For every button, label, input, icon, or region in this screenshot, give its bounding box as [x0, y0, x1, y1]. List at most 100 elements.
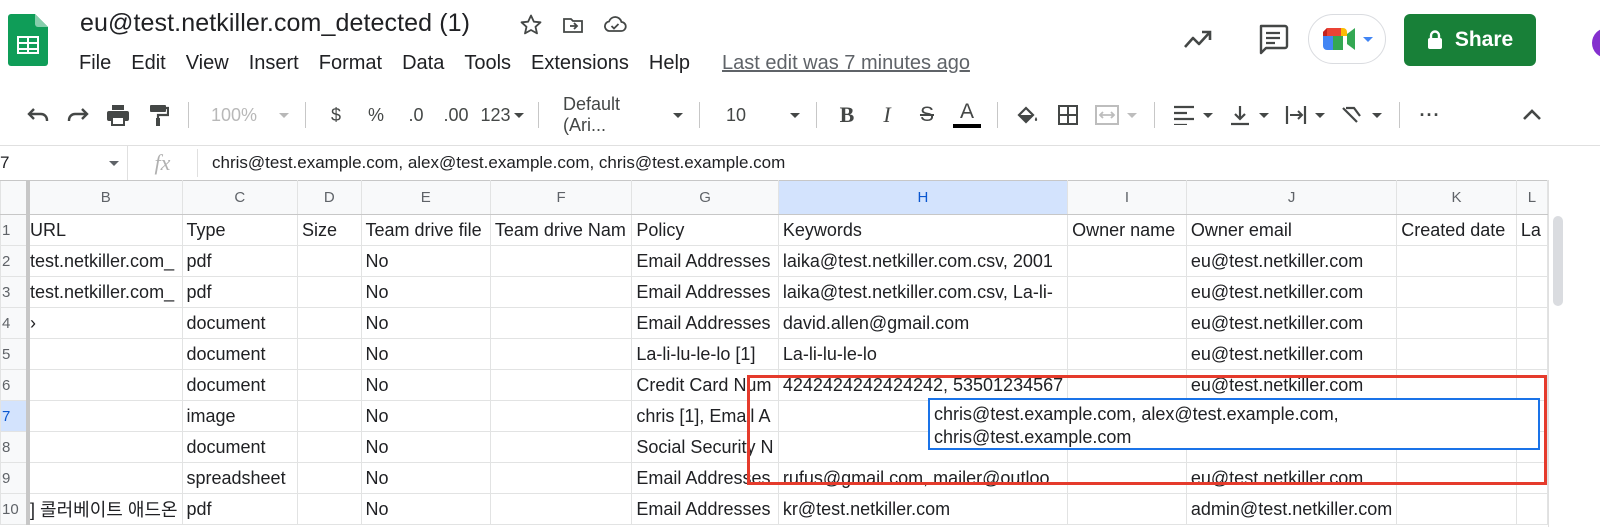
cell[interactable] — [297, 276, 362, 308]
row-header[interactable]: 5 — [0, 338, 30, 370]
cell[interactable] — [1396, 276, 1517, 308]
text-wrap-button[interactable] — [1277, 97, 1333, 133]
cell[interactable]: pdf — [181, 493, 299, 525]
menu-file[interactable]: File — [79, 50, 121, 76]
cell[interactable] — [1067, 369, 1187, 401]
cell[interactable]: La-li-lu-le-lo — [777, 338, 1069, 370]
menu-format[interactable]: Format — [309, 50, 392, 76]
cell[interactable]: eu@test.netkiller.com — [1185, 338, 1398, 370]
move-folder-icon[interactable] — [560, 12, 586, 38]
formula-input[interactable]: chris@test.example.com, alex@test.exampl… — [198, 153, 785, 173]
cell[interactable]: admin@test.netkiller.com — [1185, 493, 1398, 525]
cell[interactable] — [297, 338, 362, 370]
cell[interactable] — [1396, 462, 1517, 494]
cell[interactable]: test.netkiller.com_ — [27, 245, 183, 277]
decrease-decimal-button[interactable]: .0 — [396, 97, 436, 133]
row-header[interactable]: 10 — [0, 493, 30, 525]
cloud-saved-icon[interactable] — [602, 12, 628, 38]
row-header[interactable]: 4 — [0, 307, 30, 339]
cell[interactable] — [489, 462, 633, 494]
increase-decimal-button[interactable]: .00 — [436, 97, 476, 133]
text-color-button[interactable]: A — [947, 97, 987, 133]
fill-color-icon[interactable] — [1008, 97, 1048, 133]
row-header[interactable]: 8 — [0, 431, 30, 463]
vertical-scrollbar[interactable] — [1548, 180, 1600, 527]
cell[interactable] — [1515, 245, 1548, 277]
cell[interactable]: Email Addresses — [631, 493, 779, 525]
cell[interactable]: document — [181, 338, 299, 370]
row-header[interactable]: 9 — [0, 462, 30, 494]
cell[interactable]: david.allen@gmail.com — [777, 307, 1069, 339]
column-header-h[interactable]: H — [777, 180, 1069, 215]
column-header-e[interactable]: E — [360, 180, 491, 215]
cell[interactable]: La — [1515, 214, 1548, 246]
cell[interactable]: No — [360, 369, 491, 401]
zoom-select[interactable]: 100% — [199, 97, 295, 133]
strikethrough-button[interactable]: S — [907, 97, 947, 133]
more-formats-button[interactable]: 123 — [476, 97, 528, 133]
cell[interactable] — [1515, 462, 1548, 494]
cell[interactable]: Team drive Nam — [489, 214, 633, 246]
column-header-f[interactable]: F — [489, 180, 633, 215]
menu-view[interactable]: View — [176, 50, 239, 76]
cell[interactable]: pdf — [181, 245, 299, 277]
italic-button[interactable]: I — [867, 97, 907, 133]
cell[interactable]: No — [360, 307, 491, 339]
row-header[interactable]: 2 — [0, 245, 30, 277]
account-avatar[interactable] — [1592, 28, 1600, 58]
cell[interactable] — [489, 338, 633, 370]
cell[interactable]: Keywords — [777, 214, 1069, 246]
cell[interactable] — [1396, 369, 1517, 401]
cell[interactable] — [1396, 307, 1517, 339]
cell[interactable] — [1067, 493, 1187, 525]
percent-format-button[interactable]: % — [356, 97, 396, 133]
cell[interactable]: ] 콜러베이트 애드온 — [27, 493, 183, 525]
cell[interactable]: Created date — [1396, 214, 1517, 246]
cell[interactable] — [1067, 338, 1187, 370]
row-header[interactable]: 7 — [0, 400, 30, 432]
column-header-c[interactable]: C — [181, 180, 299, 215]
cell[interactable] — [297, 369, 362, 401]
cell[interactable]: test.netkiller.com_ — [27, 276, 183, 308]
cell[interactable]: eu@test.netkiller.com — [1185, 369, 1398, 401]
print-icon[interactable] — [98, 97, 138, 133]
cell[interactable] — [297, 307, 362, 339]
cell[interactable]: No — [360, 276, 491, 308]
cell[interactable]: Email Addresses — [631, 307, 779, 339]
cell[interactable]: Size — [297, 214, 362, 246]
star-icon[interactable] — [518, 12, 544, 38]
undo-icon[interactable] — [18, 97, 58, 133]
cell[interactable] — [1396, 338, 1517, 370]
cell[interactable] — [27, 369, 183, 401]
cell[interactable]: Team drive file — [360, 214, 491, 246]
cell[interactable] — [1515, 369, 1548, 401]
document-title[interactable]: eu@test.netkiller.com_detected (1) — [80, 9, 470, 38]
cell[interactable]: URL — [27, 214, 183, 246]
cell[interactable] — [489, 276, 633, 308]
font-size-select[interactable]: 10 — [710, 97, 806, 133]
cell[interactable] — [27, 400, 183, 432]
column-header-l[interactable]: L — [1515, 180, 1548, 215]
active-cell-editor[interactable]: chris@test.example.com, alex@test.exampl… — [928, 398, 1540, 450]
cell[interactable]: Email Addresses — [631, 276, 779, 308]
menu-extensions[interactable]: Extensions — [521, 50, 639, 76]
cell[interactable]: chris [1], Email A — [631, 400, 779, 432]
cell[interactable] — [1396, 493, 1517, 525]
cell[interactable]: spreadsheet — [181, 462, 299, 494]
column-header-g[interactable]: G — [631, 180, 779, 215]
cell[interactable] — [1067, 276, 1187, 308]
cell[interactable]: Owner email — [1185, 214, 1398, 246]
cell[interactable] — [1515, 493, 1548, 525]
cell[interactable]: No — [360, 245, 491, 277]
activity-trend-icon[interactable] — [1182, 24, 1214, 54]
menu-help[interactable]: Help — [639, 50, 700, 76]
menu-data[interactable]: Data — [392, 50, 454, 76]
merge-cells-button[interactable] — [1088, 97, 1144, 133]
cell[interactable]: No — [360, 462, 491, 494]
cell[interactable]: Social Security N — [631, 431, 779, 463]
cell[interactable]: Policy — [631, 214, 779, 246]
redo-icon[interactable] — [58, 97, 98, 133]
cell[interactable]: › — [27, 307, 183, 339]
cell[interactable] — [297, 462, 362, 494]
cell[interactable]: document — [181, 369, 299, 401]
